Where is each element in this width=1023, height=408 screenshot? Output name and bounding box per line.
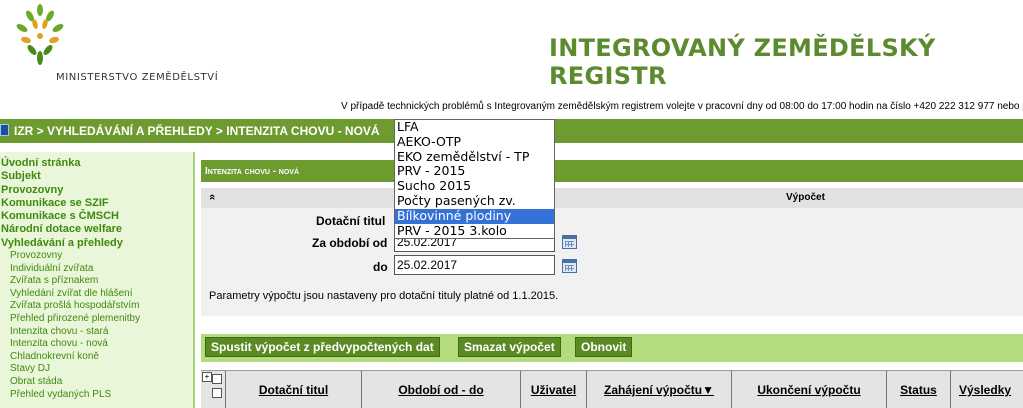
results-table-header: + Dotační titul Období od - do Uživatel … [201,370,1023,408]
sidebar-subitem[interactable]: Vyhledání zvířat dle hlášení [0,288,193,301]
dropdown-option[interactable]: AEKO-OTP [395,134,554,150]
sidebar-item-subjekt[interactable]: Subjekt [0,170,193,183]
params-note: Parametry výpočtu jsou nastaveny pro dot… [209,290,559,302]
home-icon[interactable] [0,124,9,136]
sidebar-item-szif[interactable]: Komunikace se SZIF [0,197,193,210]
obdobi-do-label: do [373,260,388,274]
sidebar-subitem[interactable]: Zvířata prošlá hospodářstvím [0,300,193,313]
sidebar-nav: Úvodní stránka Subjekt Provozovny Komuni… [0,152,195,408]
panel-label: Výpočet [786,192,825,203]
ministry-logo [16,4,64,65]
sidebar-subitem[interactable]: Provozovny [0,250,193,263]
expand-icon[interactable]: + [202,372,212,382]
sidebar-item-provozovny[interactable]: Provozovny [0,184,193,197]
col-obdobi[interactable]: Období od - do [361,371,520,408]
obdobi-od-label: Za období od [312,236,388,250]
sidebar-subitem[interactable]: Chladnokrevní koně [0,351,193,364]
sidebar-subitem-active[interactable]: Intenzita chovu - nová [0,338,193,351]
sidebar-subitem[interactable]: Přehled přirozené plemenitby [0,313,193,326]
sidebar-subitem[interactable]: Individuální zvířata [0,263,193,276]
dropdown-option-selected[interactable]: Bílkovinné plodiny [395,208,554,224]
dropdown-option[interactable]: EKO zemědělství - TP [395,149,554,165]
checkbox-icon[interactable] [212,374,222,384]
sidebar-subitem[interactable]: Intenzita chovu - stará [0,326,193,339]
col-vysledky[interactable]: Výsledky [950,371,1023,408]
refresh-button[interactable]: Obnovit [575,337,633,357]
dotacni-titul-label: Dotační titul [316,214,386,228]
sidebar-item-welfare[interactable]: Národní dotace welfare [0,223,193,236]
collapse-icon[interactable]: « [206,194,218,200]
panel-header: « Výpočet [201,188,1023,208]
dotacni-titul-dropdown[interactable]: LFA AEKO-OTP EKO zemědělství - TP PRV - … [394,119,555,239]
breadcrumb: IZR > VYHLEDÁVÁNÍ A PŘEHLEDY > INTENZITA… [14,124,380,138]
sidebar-item-cmsch[interactable]: Komunikace s ČMSCH [0,210,193,223]
delete-calculation-button[interactable]: Smazat výpočet [458,337,561,357]
sidebar-item-vyhledavani[interactable]: Vyhledávání a přehledy [0,237,193,250]
run-calculation-button[interactable]: Spustit výpočet z předvypočtených dat [205,337,440,357]
ministry-name: MINISTERSTVO ZEMĚDĚLSTVÍ [56,72,219,83]
dropdown-option[interactable]: PRV - 2015 [395,164,554,179]
col-ukonceni[interactable]: Ukončení výpočtu [731,371,886,408]
sidebar-subitem[interactable]: Přehled vydaných PLS [0,389,193,402]
dropdown-option[interactable]: PRV - 2015 3.kolo [395,223,554,239]
section-header: Intenzita chovu - nová [201,160,1023,182]
obdobi-do-input[interactable]: 25.02.2017 [394,255,555,275]
calculation-panel: « Výpočet Dotační titul Za období od 25.… [201,188,1023,316]
action-bar: Spustit výpočet z předvypočtených dat Sm… [201,334,1023,362]
col-status[interactable]: Status [886,371,950,408]
dropdown-option[interactable]: Sucho 2015 [395,178,554,194]
support-notice: V případě technických problémů s Integro… [341,101,1023,112]
copy-icon[interactable] [212,388,222,398]
sidebar-subitem[interactable]: Stavy DJ [0,363,193,376]
col-uzivatel[interactable]: Uživatel [520,371,586,408]
section-title: Intenzita chovu - nová [205,166,300,177]
col-zahajeni[interactable]: Zahájení výpočtu▼ [586,371,731,408]
sidebar-item-uvodni[interactable]: Úvodní stránka [0,157,193,170]
col-dotacni-titul[interactable]: Dotační titul [225,371,361,408]
calendar-icon[interactable] [562,235,577,249]
table-tools: + [201,371,225,408]
sidebar-subitem[interactable]: Obrat stáda [0,376,193,389]
page-title: INTEGROVANÝ ZEMĚDĚLSKÝ REGISTR [549,34,936,90]
dropdown-option[interactable]: Počty pasených zv. [395,193,554,209]
sidebar-subitem[interactable]: Zvířata s příznakem [0,275,193,288]
dropdown-option[interactable]: LFA [395,119,554,135]
calendar-icon[interactable] [562,259,577,273]
